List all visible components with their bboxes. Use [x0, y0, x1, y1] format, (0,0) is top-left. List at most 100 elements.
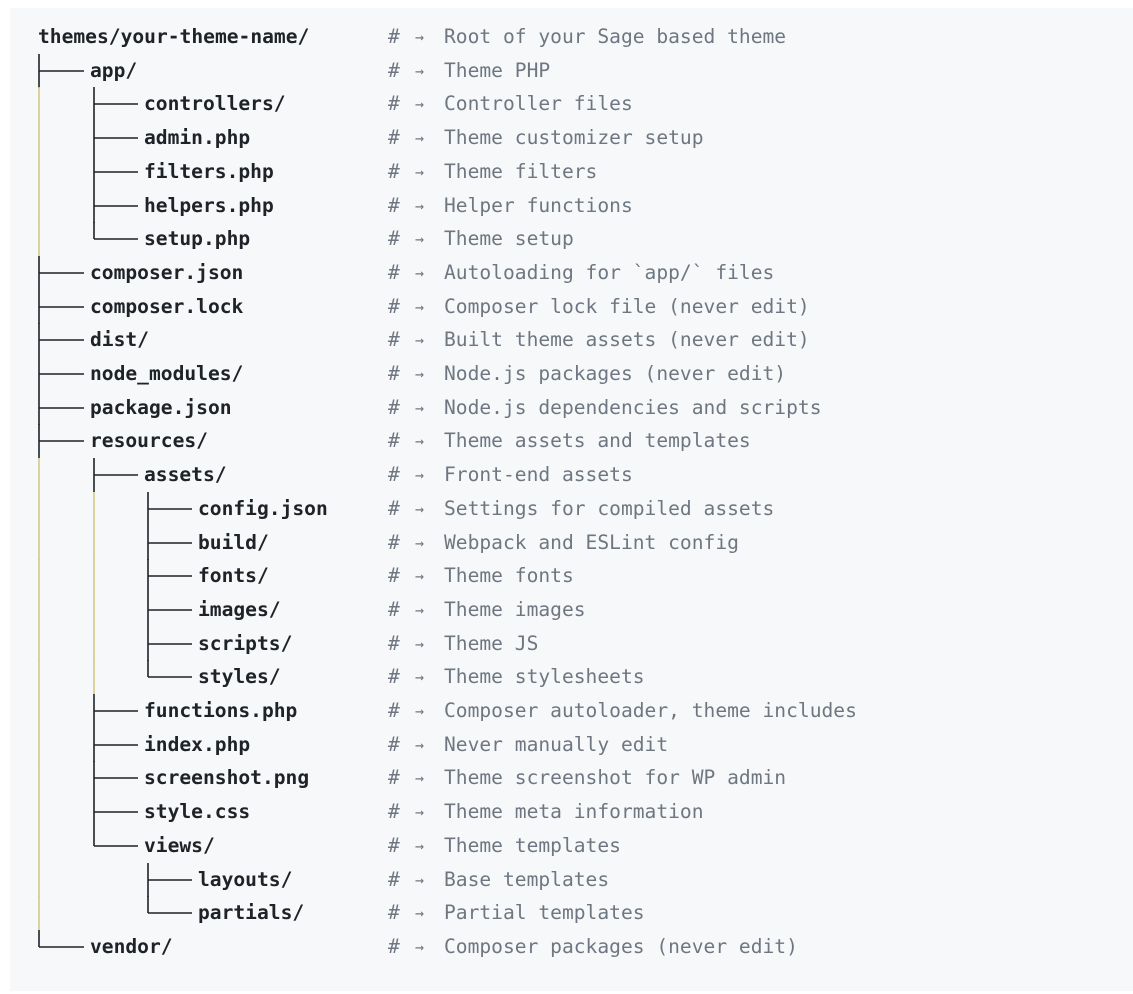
comment-arrow-icon: → — [415, 196, 425, 215]
comment-hash: # — [388, 732, 400, 756]
comment-hash: # — [388, 362, 400, 385]
tree-item-comment: Autoloading for `app/` files — [444, 260, 775, 284]
comment-arrow-icon: → — [415, 129, 425, 148]
tree-item-name: functions.php — [144, 699, 298, 722]
tree-item-comment: Composer autoloader, theme includes — [444, 699, 857, 722]
tree-item-name: styles/ — [198, 665, 281, 689]
tree-item-name: themes/your-theme-name/ — [38, 25, 310, 48]
comment-arrow-icon: → — [415, 263, 425, 282]
tree-row: views/ # → Theme templates — [10, 828, 1133, 863]
comment-hash: # — [388, 833, 400, 857]
tree-row: styles/ # → Theme stylesheets — [10, 660, 1133, 695]
tree-guide-lines — [38, 424, 84, 459]
comment-hash: # — [388, 227, 400, 251]
tree-item-name: vendor/ — [90, 934, 173, 958]
tree-item-name: composer.lock — [90, 294, 244, 318]
comment-arrow-icon: → — [415, 904, 425, 923]
tree-item-comment: Theme screenshot for WP admin — [444, 766, 787, 790]
comment-arrow-icon: → — [415, 836, 425, 855]
tree-item-name: scripts/ — [198, 631, 293, 655]
tree-row: node_modules/ # → Node.js packages (never e… — [10, 357, 1133, 391]
tree-item-comment: Root of your Sage based theme — [444, 25, 787, 48]
comment-arrow-icon: → — [415, 432, 425, 451]
tree-row: composer.lock # → Composer lock file (never… — [10, 289, 1133, 324]
comment-arrow-icon: → — [415, 668, 425, 687]
tree-item-name: build/ — [198, 530, 269, 554]
tree-item-comment: Theme stylesheets — [444, 665, 645, 689]
tree-row: build/ # → Webpack and ESLint config — [10, 525, 1133, 560]
tree-item-comment: Webpack and ESLint config — [444, 530, 739, 554]
tree-item-name: layouts/ — [198, 867, 293, 891]
tree-row: images/ # → Theme images — [10, 592, 1133, 627]
comment-arrow-icon: → — [415, 533, 425, 552]
comment-arrow-icon: → — [415, 331, 425, 350]
tree-row: layouts/ # → Base templates — [10, 862, 1133, 897]
tree-item-comment: Theme JS — [444, 631, 539, 655]
tree-item-comment: Composer lock file (never edit) — [444, 294, 810, 318]
comment-hash: # — [388, 665, 400, 689]
tree-item-name: helpers.php — [144, 193, 274, 217]
tree-item-comment: Theme setup — [444, 227, 574, 251]
tree-guide-lines — [38, 323, 84, 358]
comment-hash: # — [388, 463, 400, 487]
tree-item-name: app/ — [90, 58, 138, 82]
comment-arrow-icon: → — [415, 803, 425, 822]
tree-row: screenshot.png # → Theme screenshot for WP … — [10, 761, 1133, 796]
comment-arrow-icon: → — [415, 937, 425, 956]
comment-hash: # — [388, 58, 400, 82]
tree-row: scripts/ # → Theme JS — [10, 626, 1133, 661]
tree-item-comment: Theme fonts — [444, 564, 574, 588]
tree-guide-lines — [38, 53, 84, 88]
comment-hash: # — [388, 92, 400, 116]
comment-hash: # — [388, 395, 400, 419]
comment-arrow-icon: → — [415, 466, 425, 485]
comment-hash: # — [388, 564, 400, 588]
tree-row: controllers/ # → Controller files — [10, 87, 1133, 122]
comment-hash: # — [388, 328, 400, 352]
tree-row: index.php # → Never manually edit — [10, 727, 1133, 762]
tree-row: admin.php # → Theme customizer setup — [10, 121, 1133, 156]
comment-hash: # — [388, 496, 400, 520]
comment-hash: # — [388, 800, 400, 824]
tree-item-comment: Node.js dependencies and scripts — [444, 395, 822, 419]
tree-item-comment: Partial templates — [444, 901, 645, 925]
comment-arrow-icon: → — [415, 769, 425, 788]
tree-item-name: package.json — [90, 395, 232, 419]
tree-item-name: filters.php — [144, 159, 274, 183]
tree-item-name: images/ — [198, 597, 281, 621]
comment-arrow-icon: → — [415, 499, 425, 518]
tree-item-comment: Never manually edit — [444, 732, 669, 756]
tree-row: partials/ # → Partial templates — [10, 896, 1133, 931]
tree-guides — [10, 929, 410, 964]
tree-row: resources/ # → Theme assets and templates — [10, 424, 1133, 459]
directory-tree: themes/your-theme-name/ # → Root of your Sa… — [10, 8, 1133, 991]
comment-hash: # — [388, 901, 400, 925]
comment-arrow-icon: → — [415, 95, 425, 114]
tree-row: config.json # → Settings for compiled asset… — [10, 491, 1133, 526]
comment-arrow-icon: → — [415, 365, 425, 383]
comment-arrow-icon: → — [415, 634, 425, 653]
tree-item-comment: Theme images — [444, 597, 586, 621]
tree-row: themes/your-theme-name/ # → Root of your Sa… — [10, 20, 1133, 54]
tree-item-name: fonts/ — [198, 564, 269, 588]
tree-item-comment: Theme assets and templates — [444, 429, 751, 453]
comment-hash: # — [388, 429, 400, 453]
comment-arrow-icon: → — [415, 567, 425, 586]
tree-item-comment: Theme templates — [444, 833, 621, 857]
comment-hash: # — [388, 631, 400, 655]
comment-hash: # — [388, 159, 400, 183]
tree-item-comment: Controller files — [444, 92, 633, 116]
comment-hash: # — [388, 294, 400, 318]
code-block: themes/your-theme-name/ # → Root of your Sa… — [10, 8, 1133, 991]
tree-item-name: partials/ — [198, 901, 305, 925]
comment-arrow-icon: → — [415, 398, 425, 417]
tree-row: package.json # → Node.js dependencies and s… — [10, 390, 1133, 425]
tree-item-name: dist/ — [90, 328, 149, 352]
comment-arrow-icon: → — [415, 735, 425, 754]
tree-row: assets/ # → Front-end assets — [10, 458, 1133, 493]
comment-hash: # — [388, 934, 400, 958]
comment-arrow-icon: → — [415, 230, 425, 249]
tree-item-name: admin.php — [144, 126, 251, 150]
tree-item-name: views/ — [144, 833, 215, 857]
tree-row: app/ # → Theme PHP — [10, 53, 1133, 88]
